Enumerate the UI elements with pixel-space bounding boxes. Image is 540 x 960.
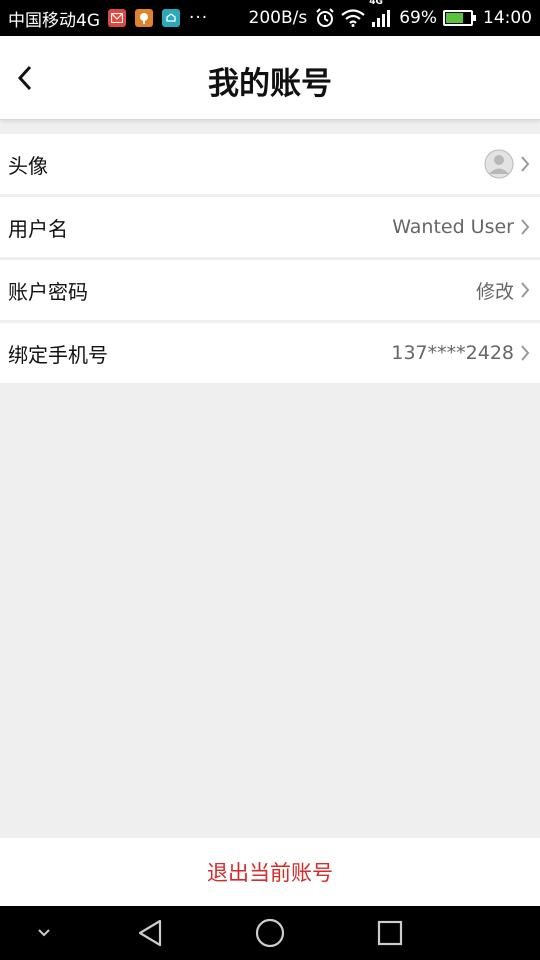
row-right-username: Wanted User xyxy=(392,216,532,238)
nav-back-button[interactable] xyxy=(135,918,165,948)
username-value: Wanted User xyxy=(392,216,514,238)
signal-icon: 4G xyxy=(369,0,393,27)
row-label-password: 账户密码 xyxy=(8,279,88,304)
net-speed: 200B/s xyxy=(248,8,308,28)
nav-recents-button[interactable] xyxy=(375,918,405,948)
header-bar: 我的账号 xyxy=(0,36,540,120)
hide-keyboard-icon xyxy=(38,929,50,937)
row-username[interactable]: 用户名 Wanted User xyxy=(0,197,540,257)
hide-keyboard-button[interactable] xyxy=(29,918,59,948)
phone-value: 137****2428 xyxy=(391,342,514,364)
status-bar-right: 200B/s 4G 69% 14:00 xyxy=(248,0,533,28)
page-title: 我的账号 xyxy=(208,66,332,102)
row-right-password: 修改 xyxy=(476,277,532,304)
network-type-label: 4G xyxy=(369,0,383,7)
logout-button[interactable]: 退出当前账号 xyxy=(0,838,540,906)
home-circle-icon xyxy=(255,918,285,948)
alarm-icon xyxy=(315,8,335,28)
gift-app-icon xyxy=(135,9,153,27)
logout-label: 退出当前账号 xyxy=(207,861,333,885)
battery-percent: 69% xyxy=(399,8,437,28)
cloud-app-icon xyxy=(162,9,180,27)
status-bar-left: 中国移动4G ··· xyxy=(8,6,224,31)
chevron-right-icon xyxy=(520,154,532,174)
wifi-icon xyxy=(341,9,365,27)
avatar-icon xyxy=(484,149,514,179)
row-phone[interactable]: 绑定手机号 137****2428 xyxy=(0,323,540,383)
password-modify-link: 修改 xyxy=(475,280,514,303)
system-nav-bar xyxy=(0,906,540,960)
account-screen: 中国移动4G ··· 200B/s 4G 69% 14:00 我的账号 头像 用… xyxy=(0,0,540,960)
row-avatar[interactable]: 头像 xyxy=(0,134,540,194)
chevron-right-icon xyxy=(520,217,532,237)
clock: 14:00 xyxy=(483,8,532,28)
mail-app-icon xyxy=(108,9,126,27)
row-label-username: 用户名 xyxy=(8,216,68,241)
chevron-right-icon xyxy=(520,280,532,300)
battery-fill xyxy=(446,13,463,23)
chevron-right-icon xyxy=(520,343,532,363)
row-right-avatar xyxy=(484,149,532,179)
nav-home-button[interactable] xyxy=(255,918,285,948)
back-triangle-icon xyxy=(138,919,162,947)
row-label-phone: 绑定手机号 xyxy=(8,342,108,367)
account-settings-list: 头像 用户名 Wanted User 账户密码 修改 绑定手机号 137****… xyxy=(0,134,540,386)
recents-square-icon xyxy=(377,920,403,946)
row-password[interactable]: 账户密码 修改 xyxy=(0,260,540,320)
carrier-label: 中国移动4G xyxy=(8,10,100,31)
more-notifications: ··· xyxy=(189,8,209,28)
row-right-phone: 137****2428 xyxy=(391,342,532,364)
battery-icon xyxy=(443,10,476,26)
status-bar: 中国移动4G ··· 200B/s 4G 69% 14:00 xyxy=(0,0,540,36)
row-label-avatar: 头像 xyxy=(8,153,48,178)
